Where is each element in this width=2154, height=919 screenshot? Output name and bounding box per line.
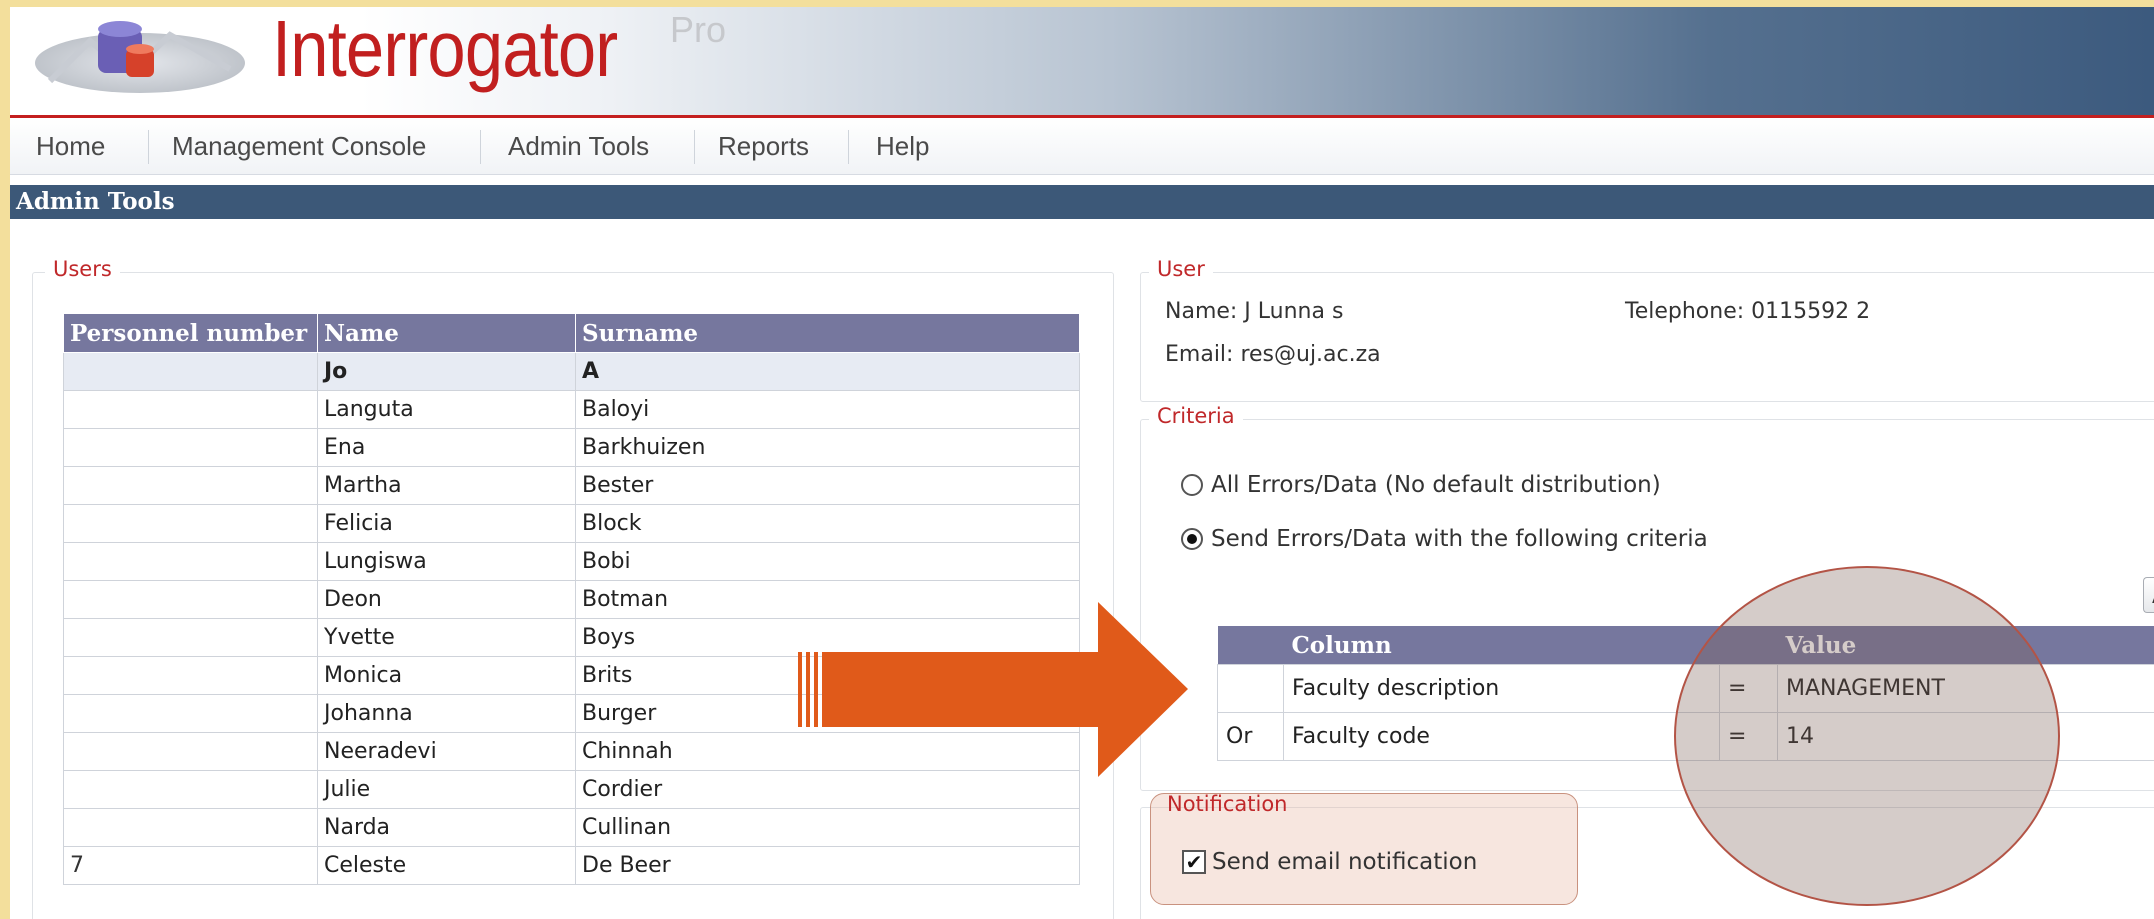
name-cell: Lungiswa	[317, 542, 576, 581]
orange-arrow-icon	[798, 602, 1188, 777]
surname-cell: Bobi	[575, 542, 1080, 581]
option-all-errors[interactable]: All Errors/Data (No default distribution…	[1181, 470, 1661, 500]
app-window: Interrogator Pro Home Management Console…	[10, 7, 2154, 919]
surname-cell: Barkhuizen	[575, 428, 1080, 467]
name-cell: Deon	[317, 580, 576, 619]
name-cell: Martha	[317, 466, 576, 505]
nav-separator	[848, 130, 849, 164]
main-nav: Home Management Console Admin Tools Repo…	[10, 118, 2154, 175]
name-cell: Narda	[317, 808, 576, 847]
add-criteria-button[interactable]: A	[2143, 577, 2154, 613]
users-table-header: Personnel number Name Surname	[63, 313, 1080, 353]
send-email-notification-label: Send email notification	[1212, 849, 1478, 875]
surname-cell: A	[575, 352, 1080, 391]
nav-home[interactable]: Home	[36, 129, 105, 163]
name-cell: Languta	[317, 390, 576, 429]
name-cell: Celeste	[317, 846, 576, 885]
table-row[interactable]: Martha Bester	[63, 466, 1080, 505]
option-send-with-criteria[interactable]: Send Errors/Data with the following crit…	[1181, 524, 1708, 554]
column-header-personnel-number[interactable]: Personnel number	[63, 313, 318, 353]
notification-legend: Notification	[1167, 792, 1288, 816]
users-table: Personnel number Name Surname Jo A Langu…	[63, 313, 1080, 885]
app-header: Interrogator Pro	[10, 7, 2154, 118]
page-title: Admin Tools	[10, 185, 2154, 219]
checkbox-send-email[interactable]: ✔	[1182, 850, 1206, 874]
nav-reports[interactable]: Reports	[718, 129, 809, 163]
column-cell: Faculty description	[1283, 664, 1720, 713]
nav-admin-tools[interactable]: Admin Tools	[508, 129, 649, 163]
user-legend: User	[1149, 257, 1213, 281]
surname-cell: Cullinan	[575, 808, 1080, 847]
personnel-number-cell	[63, 542, 318, 581]
user-email: Email: res@uj.ac.za	[1165, 342, 1381, 367]
name-cell: Neeradevi	[317, 732, 576, 771]
highlight-circle	[1674, 566, 2060, 906]
option-all-errors-label: All Errors/Data (No default distribution…	[1211, 472, 1661, 498]
nav-help[interactable]: Help	[876, 129, 929, 163]
table-row[interactable]: Ena Barkhuizen	[63, 428, 1080, 467]
name-cell: Ena	[317, 428, 576, 467]
personnel-number-cell	[63, 466, 318, 505]
name-cell: Monica	[317, 656, 576, 695]
conjunction-cell	[1217, 664, 1284, 713]
personnel-number-cell	[63, 580, 318, 619]
table-row[interactable]: Narda Cullinan	[63, 808, 1080, 847]
personnel-number-cell	[63, 618, 318, 657]
radio-all-errors[interactable]	[1181, 474, 1203, 496]
criteria-legend: Criteria	[1149, 404, 1243, 428]
user-panel: User	[1140, 257, 2154, 402]
table-row[interactable]: 7 Celeste De Beer	[63, 846, 1080, 885]
name-cell: Jo	[317, 352, 576, 391]
table-row[interactable]: Jo A	[63, 352, 1080, 391]
app-brand-superscript: Pro	[670, 9, 727, 50]
nav-management-console[interactable]: Management Console	[172, 129, 426, 163]
personnel-number-cell	[63, 770, 318, 809]
personnel-number-cell	[63, 504, 318, 543]
personnel-number-cell	[63, 390, 318, 429]
table-row[interactable]: Felicia Block	[63, 504, 1080, 543]
surname-cell: Bester	[575, 466, 1080, 505]
column-header-name[interactable]: Name	[317, 313, 576, 353]
surname-cell: Block	[575, 504, 1080, 543]
personnel-number-cell	[63, 808, 318, 847]
users-legend: Users	[45, 257, 120, 281]
personnel-number-cell	[63, 732, 318, 771]
table-row[interactable]: Lungiswa Bobi	[63, 542, 1080, 581]
radio-send-with-criteria[interactable]	[1181, 528, 1203, 550]
name-cell: Yvette	[317, 618, 576, 657]
send-email-notification[interactable]: ✔ Send email notification	[1182, 849, 1477, 875]
personnel-number-cell	[63, 428, 318, 467]
nav-separator	[148, 130, 149, 164]
personnel-number-cell	[63, 694, 318, 733]
conjunction-cell: Or	[1217, 712, 1284, 761]
nav-separator	[694, 130, 695, 164]
column-header-conjunction	[1217, 626, 1284, 665]
name-cell: Felicia	[317, 504, 576, 543]
surname-cell: Baloyi	[575, 390, 1080, 429]
user-telephone: Telephone: 0115592 2	[1625, 299, 1871, 324]
database-logo-icon	[35, 21, 245, 93]
app-brand-title: Interrogator	[272, 7, 618, 93]
name-cell: Johanna	[317, 694, 576, 733]
users-panel: Users Personnel number Name Surname Jo A	[32, 257, 1114, 919]
personnel-number-cell: 7	[63, 846, 318, 885]
name-cell: Julie	[317, 770, 576, 809]
table-row[interactable]: Languta Baloyi	[63, 390, 1080, 429]
user-name: Name: J Lunna s	[1165, 299, 1344, 324]
option-send-with-criteria-label: Send Errors/Data with the following crit…	[1211, 526, 1708, 552]
personnel-number-cell	[63, 352, 318, 391]
column-header-surname[interactable]: Surname	[575, 313, 1080, 353]
column-header-column: Column	[1283, 626, 1720, 665]
column-cell: Faculty code	[1283, 712, 1720, 761]
personnel-number-cell	[63, 656, 318, 695]
surname-cell: De Beer	[575, 846, 1080, 885]
nav-separator	[480, 130, 481, 164]
